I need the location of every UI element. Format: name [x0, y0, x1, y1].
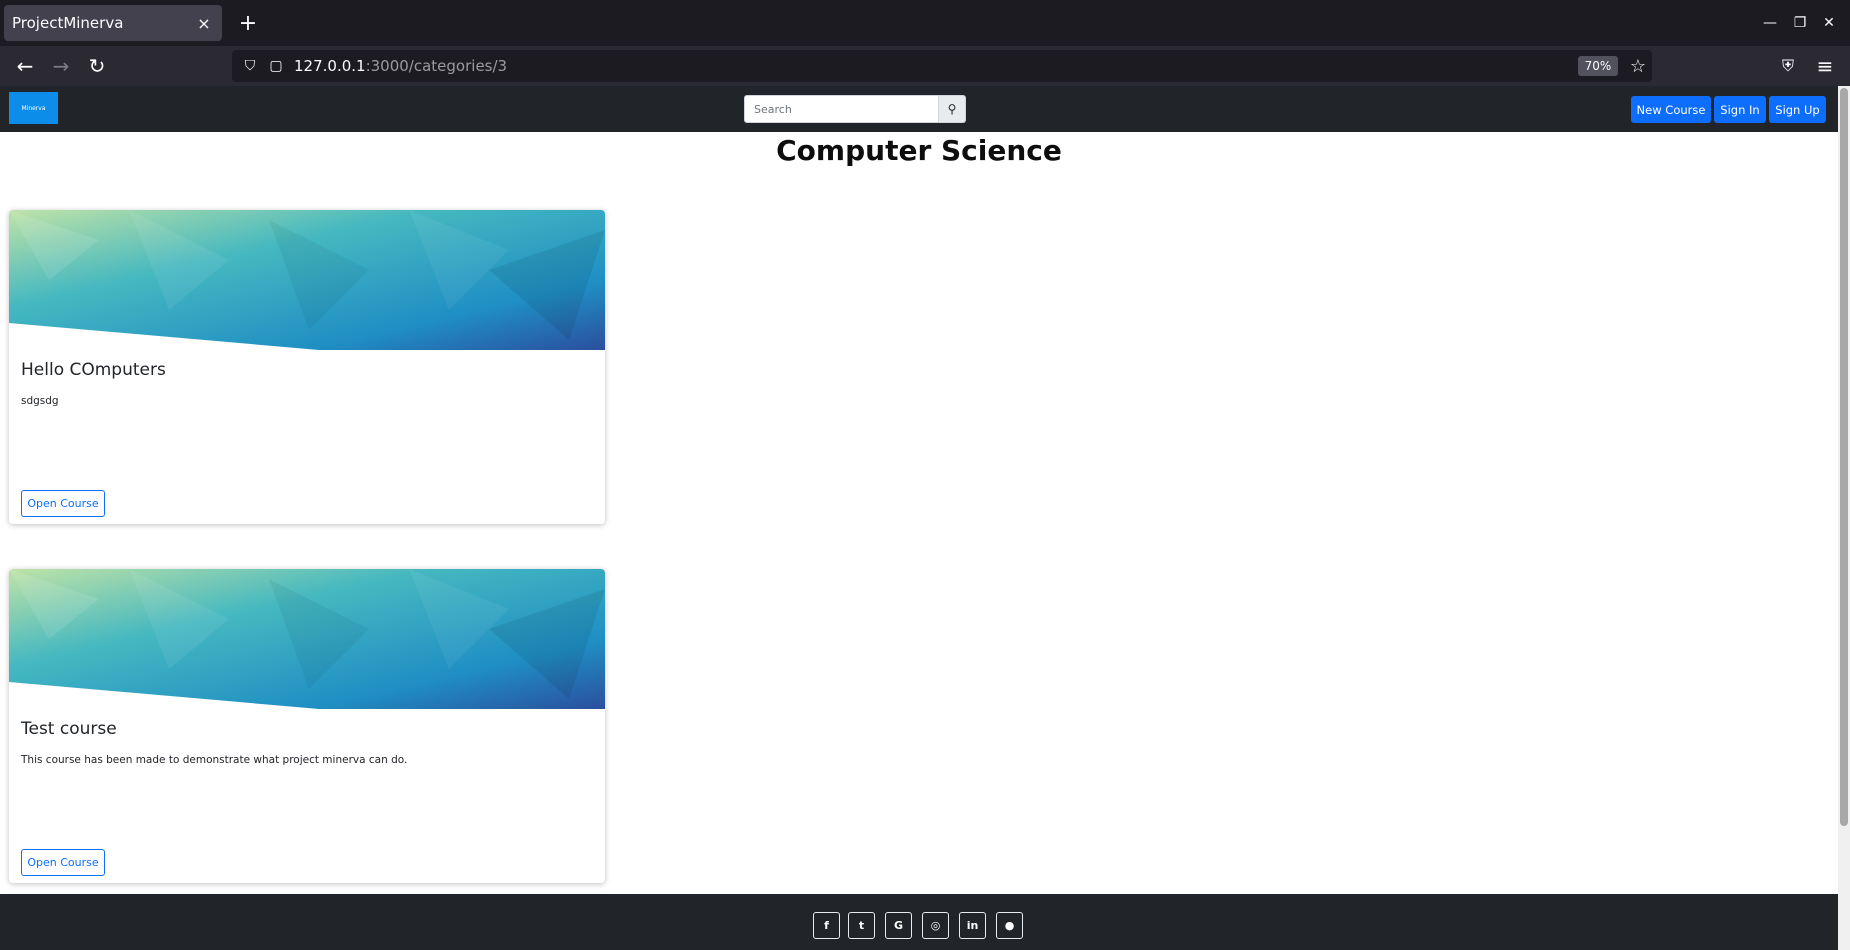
search-form: ⚲ [744, 95, 966, 123]
url-text[interactable]: 127.0.0.1:3000/categories/3 [294, 57, 507, 75]
site-header: Minerva ⚲ New Course Sign In Sign Up [0, 86, 1838, 132]
address-bar[interactable]: ⛉ ▢ 127.0.0.1:3000/categories/3 70% ☆ [232, 50, 1652, 82]
search-icon: ⚲ [947, 102, 957, 116]
open-course-button[interactable]: Open Course [21, 849, 105, 876]
github-icon[interactable]: ● [996, 912, 1023, 939]
course-card: Hello COmputers sdgsdg Open Course [9, 210, 605, 524]
site-footer: f t G ◎ in ● [0, 894, 1838, 950]
site-logo[interactable]: Minerva [9, 92, 58, 124]
page-title: Computer Science [776, 134, 1062, 167]
search-input[interactable] [744, 95, 939, 123]
sign-up-button[interactable]: Sign Up [1769, 96, 1826, 123]
back-icon[interactable]: ← [12, 53, 38, 79]
search-button[interactable]: ⚲ [939, 95, 966, 123]
logo-text: Minerva [21, 104, 46, 112]
course-cover-image [9, 569, 605, 709]
course-description: This course has been made to demonstrate… [21, 754, 408, 766]
url-host: 127.0.0.1 [294, 57, 366, 75]
course-title: Hello COmputers [21, 360, 166, 380]
menu-icon[interactable]: ≡ [1812, 53, 1838, 79]
restore-icon[interactable]: ❐ [1787, 10, 1813, 36]
pocket-icon[interactable]: ⛨ [1775, 53, 1801, 79]
instagram-icon[interactable]: ◎ [922, 912, 949, 939]
page-viewport: Minerva ⚲ New Course Sign In Sign Up Com… [0, 86, 1850, 950]
new-course-button[interactable]: New Course [1631, 96, 1711, 123]
sign-in-button[interactable]: Sign In [1714, 96, 1766, 123]
browser-tab-strip: ProjectMinerva × + — ❐ ✕ [0, 0, 1850, 46]
course-title: Test course [21, 719, 117, 739]
forward-icon[interactable]: → [48, 53, 74, 79]
twitter-icon[interactable]: t [848, 912, 875, 939]
course-cover-image [9, 210, 605, 350]
tab-title: ProjectMinerva [12, 14, 124, 32]
scrollbar-thumb[interactable] [1840, 88, 1848, 826]
linkedin-icon[interactable]: in [959, 912, 986, 939]
minimize-icon[interactable]: — [1757, 10, 1783, 36]
close-tab-icon[interactable]: × [194, 13, 214, 33]
reload-icon[interactable]: ↻ [84, 53, 110, 79]
page-info-icon[interactable]: ▢ [266, 56, 286, 76]
course-description: sdgsdg [21, 395, 59, 407]
shield-icon[interactable]: ⛉ [240, 56, 260, 76]
bookmark-star-icon[interactable]: ☆ [1626, 54, 1650, 78]
new-tab-icon[interactable]: + [236, 11, 260, 36]
url-path: :3000/categories/3 [365, 57, 508, 75]
close-window-icon[interactable]: ✕ [1816, 10, 1842, 36]
open-course-button[interactable]: Open Course [21, 490, 105, 517]
browser-nav-bar: ← → ↻ ⛉ ▢ 127.0.0.1:3000/categories/3 70… [0, 46, 1850, 86]
browser-tab[interactable]: ProjectMinerva × [4, 5, 222, 41]
facebook-icon[interactable]: f [813, 912, 840, 939]
google-icon[interactable]: G [885, 912, 912, 939]
course-card: Test course This course has been made to… [9, 569, 605, 883]
page-scrollbar[interactable] [1838, 86, 1850, 950]
zoom-level-badge[interactable]: 70% [1578, 56, 1618, 76]
